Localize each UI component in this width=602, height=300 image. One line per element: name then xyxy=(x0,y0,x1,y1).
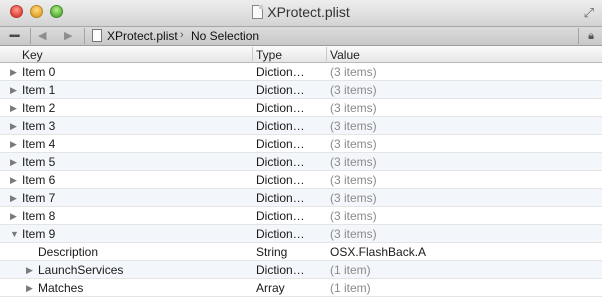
lock-icon[interactable]: 🔒︎ xyxy=(588,30,594,43)
window-title: XProtect.plist xyxy=(267,4,350,20)
row-value[interactable]: (3 items) xyxy=(330,171,377,189)
outline-row[interactable]: ▶ Item 3 Diction… (3 items) xyxy=(0,117,602,135)
row-key[interactable]: Item 4 xyxy=(22,135,55,153)
disclosure-collapsed-icon[interactable]: ▶ xyxy=(10,81,17,99)
row-key[interactable]: Item 0 xyxy=(22,63,55,81)
disclosure-collapsed-icon[interactable]: ▶ xyxy=(26,279,33,297)
row-key[interactable]: Item 5 xyxy=(22,153,55,171)
row-type[interactable]: Diction… xyxy=(256,117,305,135)
column-divider[interactable] xyxy=(252,47,253,61)
row-key[interactable]: Item 2 xyxy=(22,99,55,117)
row-key[interactable]: Item 7 xyxy=(22,189,55,207)
row-key[interactable]: Matches xyxy=(38,279,83,297)
disclosure-expanded-icon[interactable]: ▼ xyxy=(10,225,19,243)
row-type[interactable]: Diction… xyxy=(256,207,305,225)
row-key[interactable]: Item 9 xyxy=(22,225,55,243)
row-type[interactable]: Diction… xyxy=(256,171,305,189)
disclosure-collapsed-icon[interactable]: ▶ xyxy=(10,189,17,207)
disclosure-collapsed-icon[interactable]: ▶ xyxy=(10,207,17,225)
row-value[interactable]: (3 items) xyxy=(330,63,377,81)
disclosure-collapsed-icon[interactable]: ▶ xyxy=(10,153,17,171)
row-value[interactable]: (1 item) xyxy=(330,261,371,279)
outline-row[interactable]: ▶ Item 0 Diction… (3 items) xyxy=(0,63,602,81)
row-type[interactable]: Array xyxy=(256,279,285,297)
outline-row[interactable]: ▶ Item 1 Diction… (3 items) xyxy=(0,81,602,99)
jump-bar-divider xyxy=(578,28,579,44)
window-title-area: XProtect.plist xyxy=(0,4,602,20)
row-value[interactable]: (3 items) xyxy=(330,81,377,99)
row-value[interactable]: OSX.FlashBack.A xyxy=(330,243,426,261)
disclosure-collapsed-icon[interactable]: ▶ xyxy=(26,261,33,279)
column-header-value[interactable]: Value xyxy=(330,48,360,62)
jump-bar-divider xyxy=(30,28,31,44)
row-key[interactable]: LaunchServices xyxy=(38,261,123,279)
row-value[interactable]: (3 items) xyxy=(330,207,377,225)
row-key[interactable]: Item 6 xyxy=(22,171,55,189)
row-type[interactable]: Diction… xyxy=(256,81,305,99)
outline-row[interactable]: ▶ Item 2 Diction… (3 items) xyxy=(0,99,602,117)
row-value[interactable]: (1 item) xyxy=(330,279,371,297)
outline-row[interactable]: ▼ Item 9 Diction… (3 items) xyxy=(0,225,602,243)
forward-button[interactable]: ▶ xyxy=(64,29,72,42)
plist-outline: ▶ Item 0 Diction… (3 items) ▶ Item 1 Diction… (… xyxy=(0,63,602,297)
back-button[interactable]: ◀ xyxy=(38,29,46,42)
row-type[interactable]: Diction… xyxy=(256,135,305,153)
related-items-grid-icon[interactable]: ▪▪▪▪ xyxy=(9,31,20,42)
breadcrumb-chevron-icon: › xyxy=(180,29,184,41)
outline-row[interactable]: Description String OSX.FlashBack.A xyxy=(0,243,602,261)
outline-row[interactable]: ▶ Item 8 Diction… (3 items) xyxy=(0,207,602,225)
breadcrumb-file[interactable]: XProtect.plist xyxy=(107,29,178,43)
outline-row[interactable]: ▶ Item 5 Diction… (3 items) xyxy=(0,153,602,171)
row-value[interactable]: (3 items) xyxy=(330,225,377,243)
file-icon xyxy=(92,29,102,42)
row-value[interactable]: (3 items) xyxy=(330,117,377,135)
disclosure-collapsed-icon[interactable]: ▶ xyxy=(10,135,17,153)
column-header-key[interactable]: Key xyxy=(22,48,43,62)
disclosure-collapsed-icon[interactable]: ▶ xyxy=(10,99,17,117)
jump-bar: ▪▪▪▪ ◀ ▶ XProtect.plist › No Selection 🔒… xyxy=(0,26,602,46)
column-header: Key Type Value xyxy=(0,46,602,63)
row-type[interactable]: Diction… xyxy=(256,63,305,81)
row-type[interactable]: Diction… xyxy=(256,261,305,279)
outline-row[interactable]: ▶ Item 4 Diction… (3 items) xyxy=(0,135,602,153)
row-type[interactable]: Diction… xyxy=(256,225,305,243)
outline-row[interactable]: ▶ Item 6 Diction… (3 items) xyxy=(0,171,602,189)
outline-row[interactable]: ▶ Matches Array (1 item) xyxy=(0,279,602,297)
row-value[interactable]: (3 items) xyxy=(330,135,377,153)
outline-row[interactable]: ▶ Item 7 Diction… (3 items) xyxy=(0,189,602,207)
column-divider[interactable] xyxy=(326,47,327,61)
row-key[interactable]: Item 3 xyxy=(22,117,55,135)
row-key[interactable]: Description xyxy=(38,243,98,261)
row-value[interactable]: (3 items) xyxy=(330,99,377,117)
outline-row[interactable]: ▶ LaunchServices Diction… (1 item) xyxy=(0,261,602,279)
plist-editor-window: XProtect.plist ⤢ ▪▪▪▪ ◀ ▶ XProtect.plist… xyxy=(0,0,602,300)
document-icon xyxy=(252,5,264,19)
row-key[interactable]: Item 8 xyxy=(22,207,55,225)
row-value[interactable]: (3 items) xyxy=(330,189,377,207)
disclosure-collapsed-icon[interactable]: ▶ xyxy=(10,63,17,81)
row-value[interactable]: (3 items) xyxy=(330,153,377,171)
disclosure-collapsed-icon[interactable]: ▶ xyxy=(10,117,17,135)
jump-bar-divider xyxy=(84,28,85,44)
row-type[interactable]: Diction… xyxy=(256,99,305,117)
row-type[interactable]: Diction… xyxy=(256,153,305,171)
row-key[interactable]: Item 1 xyxy=(22,81,55,99)
row-type[interactable]: String xyxy=(256,243,287,261)
breadcrumb-selection[interactable]: No Selection xyxy=(191,29,259,43)
title-bar: XProtect.plist ⤢ xyxy=(0,0,602,26)
column-header-type[interactable]: Type xyxy=(256,48,282,62)
row-type[interactable]: Diction… xyxy=(256,189,305,207)
disclosure-collapsed-icon[interactable]: ▶ xyxy=(10,171,17,189)
fullscreen-icon[interactable]: ⤢ xyxy=(584,5,594,21)
